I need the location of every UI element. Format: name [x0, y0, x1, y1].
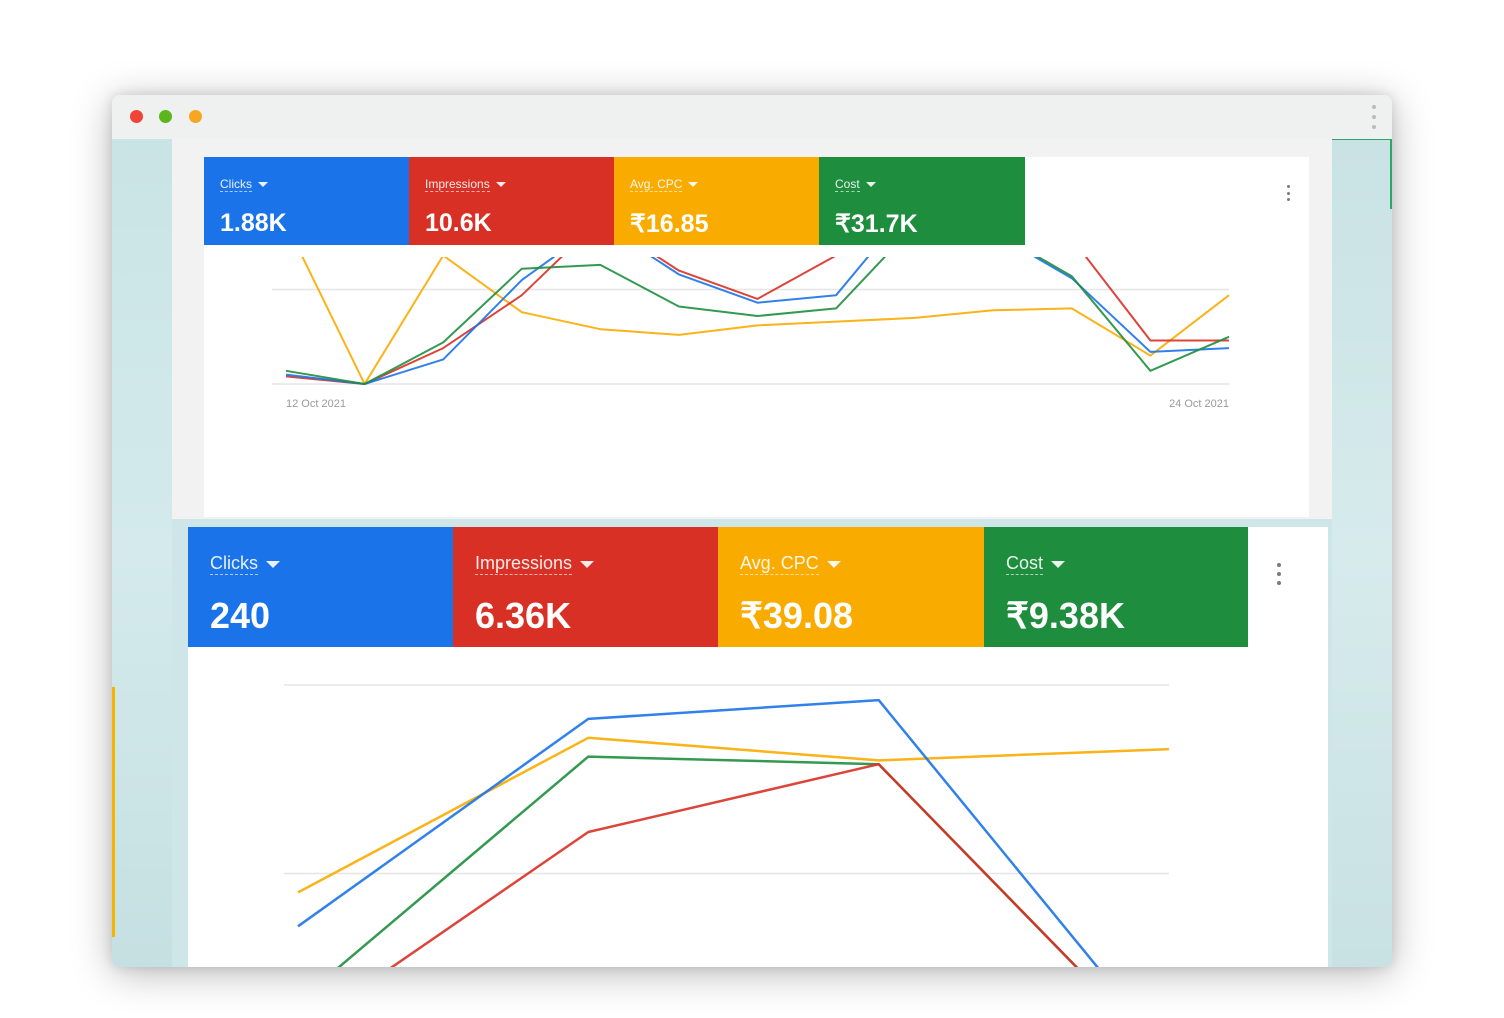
series-line: [389, 762, 1079, 967]
metric-tile-avg-cpc[interactable]: Avg. CPC ₹39.08: [718, 527, 984, 647]
more-vert-icon[interactable]: [1285, 185, 1291, 201]
metric-value: 1.88K: [220, 209, 287, 237]
metric-label[interactable]: Clicks: [210, 553, 280, 575]
line-chart: [284, 684, 1170, 967]
x-tick-label: 24 Oct 2021: [1169, 398, 1229, 410]
performance-card-2: Clicks 240 Impressions 6.36K Avg. CPC ₹3…: [188, 527, 1328, 967]
caret-down-icon: [266, 560, 280, 568]
metric-label[interactable]: Cost: [835, 177, 876, 192]
browser-window: Clicks 1.88K Impressions 10.6K Avg. CPC …: [112, 95, 1392, 967]
window-menu-icon[interactable]: [1370, 105, 1378, 129]
green-accent-strip: [1390, 139, 1392, 209]
metric-value: ₹16.85: [630, 210, 709, 238]
caret-down-icon: [865, 182, 876, 187]
caret-down-icon: [688, 182, 699, 187]
metric-label[interactable]: Cost: [1006, 553, 1066, 575]
metric-tile-clicks[interactable]: Clicks 240: [188, 527, 453, 647]
metric-value: 6.36K: [475, 595, 572, 636]
background-texture-left: [112, 139, 172, 967]
metric-label[interactable]: Avg. CPC: [740, 553, 841, 575]
caret-down-icon: [1051, 560, 1066, 568]
metric-value: 10.6K: [425, 209, 492, 237]
caret-down-icon: [826, 560, 841, 568]
metric-tile-clicks[interactable]: Clicks 1.88K: [204, 157, 409, 245]
metric-tile-avg-cpc[interactable]: Avg. CPC ₹16.85: [614, 157, 819, 245]
metric-tile-cost[interactable]: Cost ₹31.7K: [819, 157, 1025, 245]
caret-down-icon: [580, 560, 595, 568]
metric-value: ₹9.38K: [1006, 595, 1125, 636]
maximize-window-button[interactable]: [189, 110, 202, 123]
metric-label[interactable]: Impressions: [475, 553, 595, 575]
metric-value: ₹31.7K: [835, 210, 918, 238]
title-bar: [112, 95, 1392, 139]
metric-tile-impressions[interactable]: Impressions 6.36K: [453, 527, 718, 647]
yellow-accent-strip: [112, 687, 115, 937]
metric-label[interactable]: Clicks: [220, 177, 268, 192]
x-tick-label: 12 Oct 2021: [286, 398, 346, 410]
minimize-window-button[interactable]: [159, 110, 172, 123]
more-vert-icon[interactable]: [1275, 563, 1283, 585]
background-texture-right: [1332, 139, 1392, 967]
caret-down-icon: [258, 182, 268, 187]
page-content: Clicks 1.88K Impressions 10.6K Avg. CPC …: [112, 139, 1392, 967]
metric-value: 240: [210, 595, 271, 636]
metric-label[interactable]: Avg. CPC: [630, 177, 699, 192]
metric-tile-cost[interactable]: Cost ₹9.38K: [984, 527, 1248, 647]
metric-label[interactable]: Impressions: [425, 177, 506, 192]
series-line: [285, 257, 1230, 385]
metric-value: ₹39.08: [740, 595, 853, 636]
close-window-button[interactable]: [130, 110, 143, 123]
caret-down-icon: [495, 182, 506, 187]
metric-tile-impressions[interactable]: Impressions 10.6K: [409, 157, 614, 245]
series-line: [337, 755, 1079, 967]
line-chart: 12 Oct 2021 24 Oct 2021: [272, 257, 1230, 410]
performance-card-1: Clicks 1.88K Impressions 10.6K Avg. CPC …: [204, 157, 1309, 517]
